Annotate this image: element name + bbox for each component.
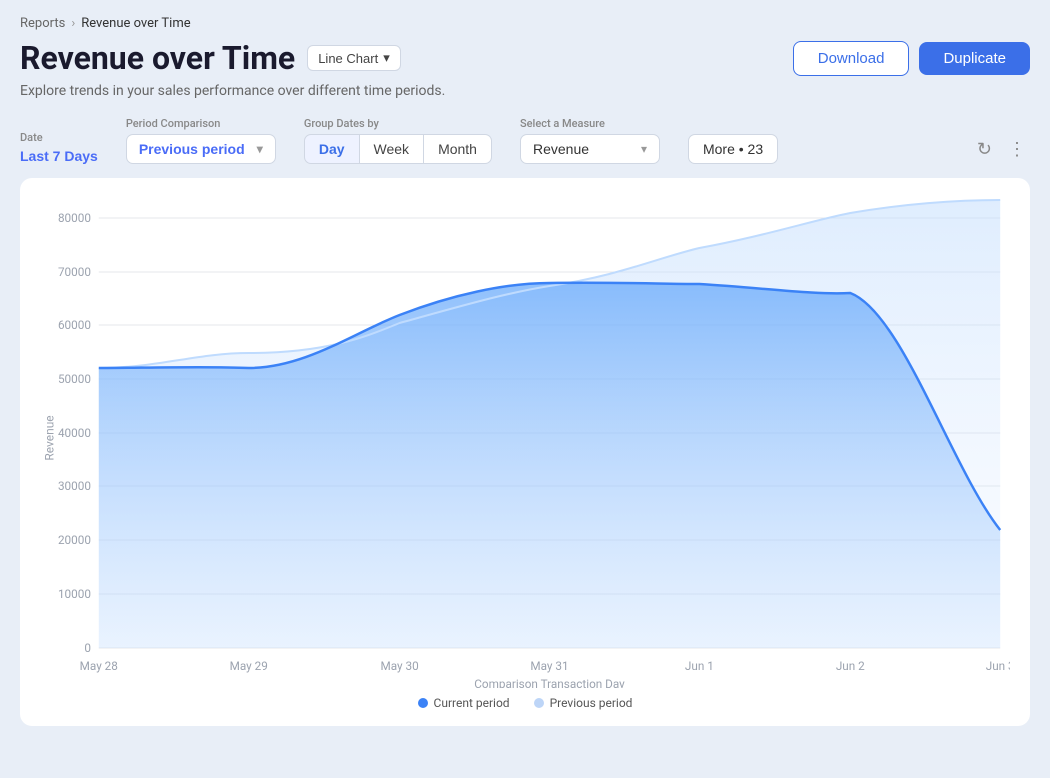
- svg-text:50000: 50000: [58, 372, 91, 386]
- chart-type-chevron-icon: ▾: [383, 50, 390, 66]
- legend-current-label: Current period: [434, 696, 510, 710]
- legend-previous: Previous period: [534, 696, 633, 710]
- date-filter-label: Date: [20, 131, 98, 144]
- group-by-week-button[interactable]: Week: [360, 134, 425, 164]
- svg-text:60000: 60000: [58, 318, 91, 332]
- svg-text:May 28: May 28: [80, 659, 119, 673]
- chart-area: 0 10000 20000 30000 40000 50000 60000 70…: [40, 198, 1010, 688]
- duplicate-button[interactable]: Duplicate: [919, 42, 1030, 75]
- svg-text:20000: 20000: [58, 533, 91, 547]
- page-subtitle: Explore trends in your sales performance…: [20, 83, 1030, 99]
- legend-current-dot: [418, 698, 428, 708]
- chart-type-button[interactable]: Line Chart ▾: [307, 45, 401, 71]
- measure-chevron-icon: ▾: [641, 142, 647, 156]
- period-comparison-dropdown[interactable]: Previous period ▾: [126, 134, 276, 164]
- download-button[interactable]: Download: [793, 41, 910, 76]
- breadcrumb-parent[interactable]: Reports: [20, 16, 65, 31]
- period-filter-label: Period Comparison: [126, 117, 276, 130]
- svg-text:Jun 1: Jun 1: [685, 659, 714, 673]
- svg-text:Revenue: Revenue: [43, 415, 57, 460]
- svg-text:Jun 3: Jun 3: [986, 659, 1010, 673]
- measure-filter-label: Select a Measure: [520, 117, 660, 130]
- legend-previous-label: Previous period: [550, 696, 633, 710]
- more-options-button[interactable]: ⋮: [1004, 135, 1030, 164]
- svg-text:10000: 10000: [58, 587, 91, 601]
- chart-legend: Current period Previous period: [40, 696, 1010, 710]
- svg-text:80000: 80000: [58, 211, 91, 225]
- breadcrumb-sep: ›: [71, 16, 75, 31]
- svg-text:Jun 2: Jun 2: [836, 659, 865, 673]
- chart-container: 0 10000 20000 30000 40000 50000 60000 70…: [20, 178, 1030, 726]
- svg-text:May 30: May 30: [380, 659, 418, 673]
- measure-dropdown[interactable]: Revenue ▾: [520, 134, 660, 164]
- group-dates-label: Group Dates by: [304, 117, 492, 130]
- svg-text:Comparison Transaction Day: Comparison Transaction Day: [474, 677, 625, 688]
- refresh-button[interactable]: ↻: [973, 135, 996, 164]
- breadcrumb-current: Revenue over Time: [81, 16, 190, 31]
- group-by-day-button[interactable]: Day: [304, 134, 360, 164]
- more-filters-button[interactable]: More • 23: [688, 134, 778, 164]
- breadcrumb: Reports › Revenue over Time: [20, 16, 1030, 31]
- page-title: Revenue over Time: [20, 39, 295, 77]
- svg-text:30000: 30000: [58, 479, 91, 493]
- period-chevron-icon: ▾: [257, 142, 263, 156]
- svg-text:0: 0: [84, 641, 91, 655]
- group-by-month-button[interactable]: Month: [424, 134, 492, 164]
- date-filter-value[interactable]: Last 7 Days: [20, 148, 98, 164]
- legend-previous-dot: [534, 698, 544, 708]
- svg-text:May 29: May 29: [230, 659, 268, 673]
- legend-current: Current period: [418, 696, 510, 710]
- svg-text:70000: 70000: [58, 265, 91, 279]
- svg-text:May 31: May 31: [530, 659, 568, 673]
- svg-text:40000: 40000: [58, 426, 91, 440]
